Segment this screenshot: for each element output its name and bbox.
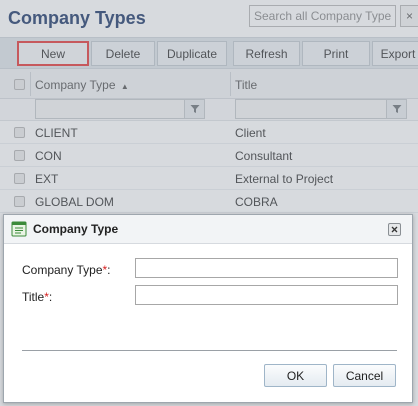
dialog-title: Company Type [33, 222, 119, 236]
field-label-text: Company Type [22, 263, 103, 277]
dialog-divider [22, 350, 397, 351]
title-label: Title*: [22, 290, 52, 304]
label-suffix: : [48, 290, 53, 304]
title-field[interactable] [135, 285, 398, 305]
dialog-form-icon [11, 221, 27, 237]
cancel-button[interactable]: Cancel [333, 364, 396, 387]
close-icon[interactable] [388, 223, 401, 236]
label-suffix: : [107, 263, 111, 277]
company-type-field[interactable] [135, 258, 398, 278]
page: Company Types × New Delete Duplicate Ref… [0, 0, 418, 406]
company-type-label: Company Type*: [22, 263, 111, 277]
ok-button[interactable]: OK [264, 364, 327, 387]
company-type-dialog: Company Type Company Type*: Title*: OK C… [3, 214, 413, 403]
dialog-titlebar: Company Type [4, 215, 412, 244]
field-label-text: Title [22, 290, 45, 304]
